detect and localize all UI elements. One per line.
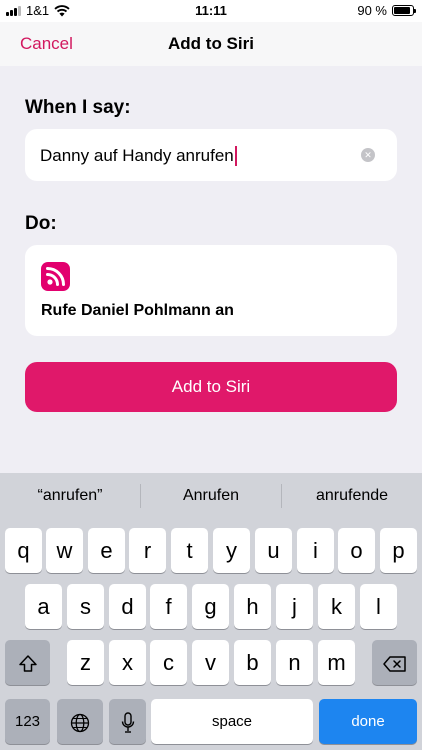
- key-a[interactable]: a: [25, 584, 62, 629]
- text-cursor: [234, 146, 237, 166]
- key-y[interactable]: y: [213, 528, 250, 573]
- action-description: Rufe Daniel Pohlmann an: [41, 302, 234, 319]
- key-x[interactable]: x: [109, 640, 146, 685]
- navigation-bar: Cancel Add to Siri: [0, 22, 422, 66]
- phrase-text: Danny auf Handy anrufen: [40, 146, 234, 165]
- numbers-key[interactable]: 123: [5, 699, 50, 744]
- key-n[interactable]: n: [276, 640, 313, 685]
- globe-icon: [70, 714, 90, 733]
- key-f[interactable]: f: [150, 584, 187, 629]
- suggestion-bar: “anrufen” Anrufen anrufende: [0, 473, 422, 519]
- rss-feed-icon: [41, 262, 70, 291]
- key-e[interactable]: e: [88, 528, 125, 573]
- key-o[interactable]: o: [338, 528, 375, 573]
- key-l[interactable]: l: [360, 584, 397, 629]
- key-c[interactable]: c: [150, 640, 187, 685]
- microphone-icon: [121, 712, 134, 733]
- key-d[interactable]: d: [109, 584, 146, 629]
- battery-fill: [394, 7, 411, 14]
- key-h[interactable]: h: [234, 584, 271, 629]
- page-title: Add to Siri: [168, 34, 254, 53]
- key-i[interactable]: i: [297, 528, 334, 573]
- key-v[interactable]: v: [192, 640, 229, 685]
- key-q[interactable]: q: [5, 528, 42, 573]
- shift-icon: [18, 655, 37, 672]
- keyboard: “anrufen” Anrufen anrufende q w e r t y …: [0, 473, 422, 750]
- shortcut-action-card[interactable]: Rufe Daniel Pohlmann an: [25, 245, 397, 336]
- key-j[interactable]: j: [276, 584, 313, 629]
- globe-key[interactable]: [57, 699, 103, 744]
- key-g[interactable]: g: [192, 584, 229, 629]
- key-k[interactable]: k: [318, 584, 355, 629]
- suggestion-item[interactable]: anrufende: [282, 487, 422, 505]
- phrase-input[interactable]: Danny auf Handy anrufen ✕: [25, 129, 397, 181]
- key-p[interactable]: p: [380, 528, 417, 573]
- battery-icon: [392, 5, 416, 16]
- action-section-label: Do:: [25, 213, 57, 234]
- status-bar: 1&1 11:11 90 %: [0, 0, 422, 22]
- phrase-section-label: When I say:: [25, 97, 131, 118]
- dictation-key[interactable]: [109, 699, 146, 744]
- add-to-siri-button[interactable]: Add to Siri: [25, 362, 397, 412]
- key-w[interactable]: w: [46, 528, 83, 573]
- backspace-icon: [382, 656, 406, 672]
- delete-key[interactable]: [372, 640, 417, 685]
- battery-percentage: 90 %: [357, 3, 387, 18]
- suggestion-item[interactable]: “anrufen”: [0, 487, 140, 505]
- key-s[interactable]: s: [67, 584, 104, 629]
- key-u[interactable]: u: [255, 528, 292, 573]
- phrase-field[interactable]: Danny auf Handy anrufen: [40, 146, 237, 166]
- key-r[interactable]: r: [129, 528, 166, 573]
- key-b[interactable]: b: [234, 640, 271, 685]
- shift-key[interactable]: [5, 640, 50, 685]
- clear-text-icon[interactable]: ✕: [361, 148, 375, 162]
- key-t[interactable]: t: [171, 528, 208, 573]
- space-key[interactable]: space: [151, 699, 313, 744]
- done-key[interactable]: done: [319, 699, 417, 744]
- suggestion-item[interactable]: Anrufen: [141, 487, 281, 505]
- key-z[interactable]: z: [67, 640, 104, 685]
- key-m[interactable]: m: [318, 640, 355, 685]
- status-right: 90 %: [357, 3, 416, 18]
